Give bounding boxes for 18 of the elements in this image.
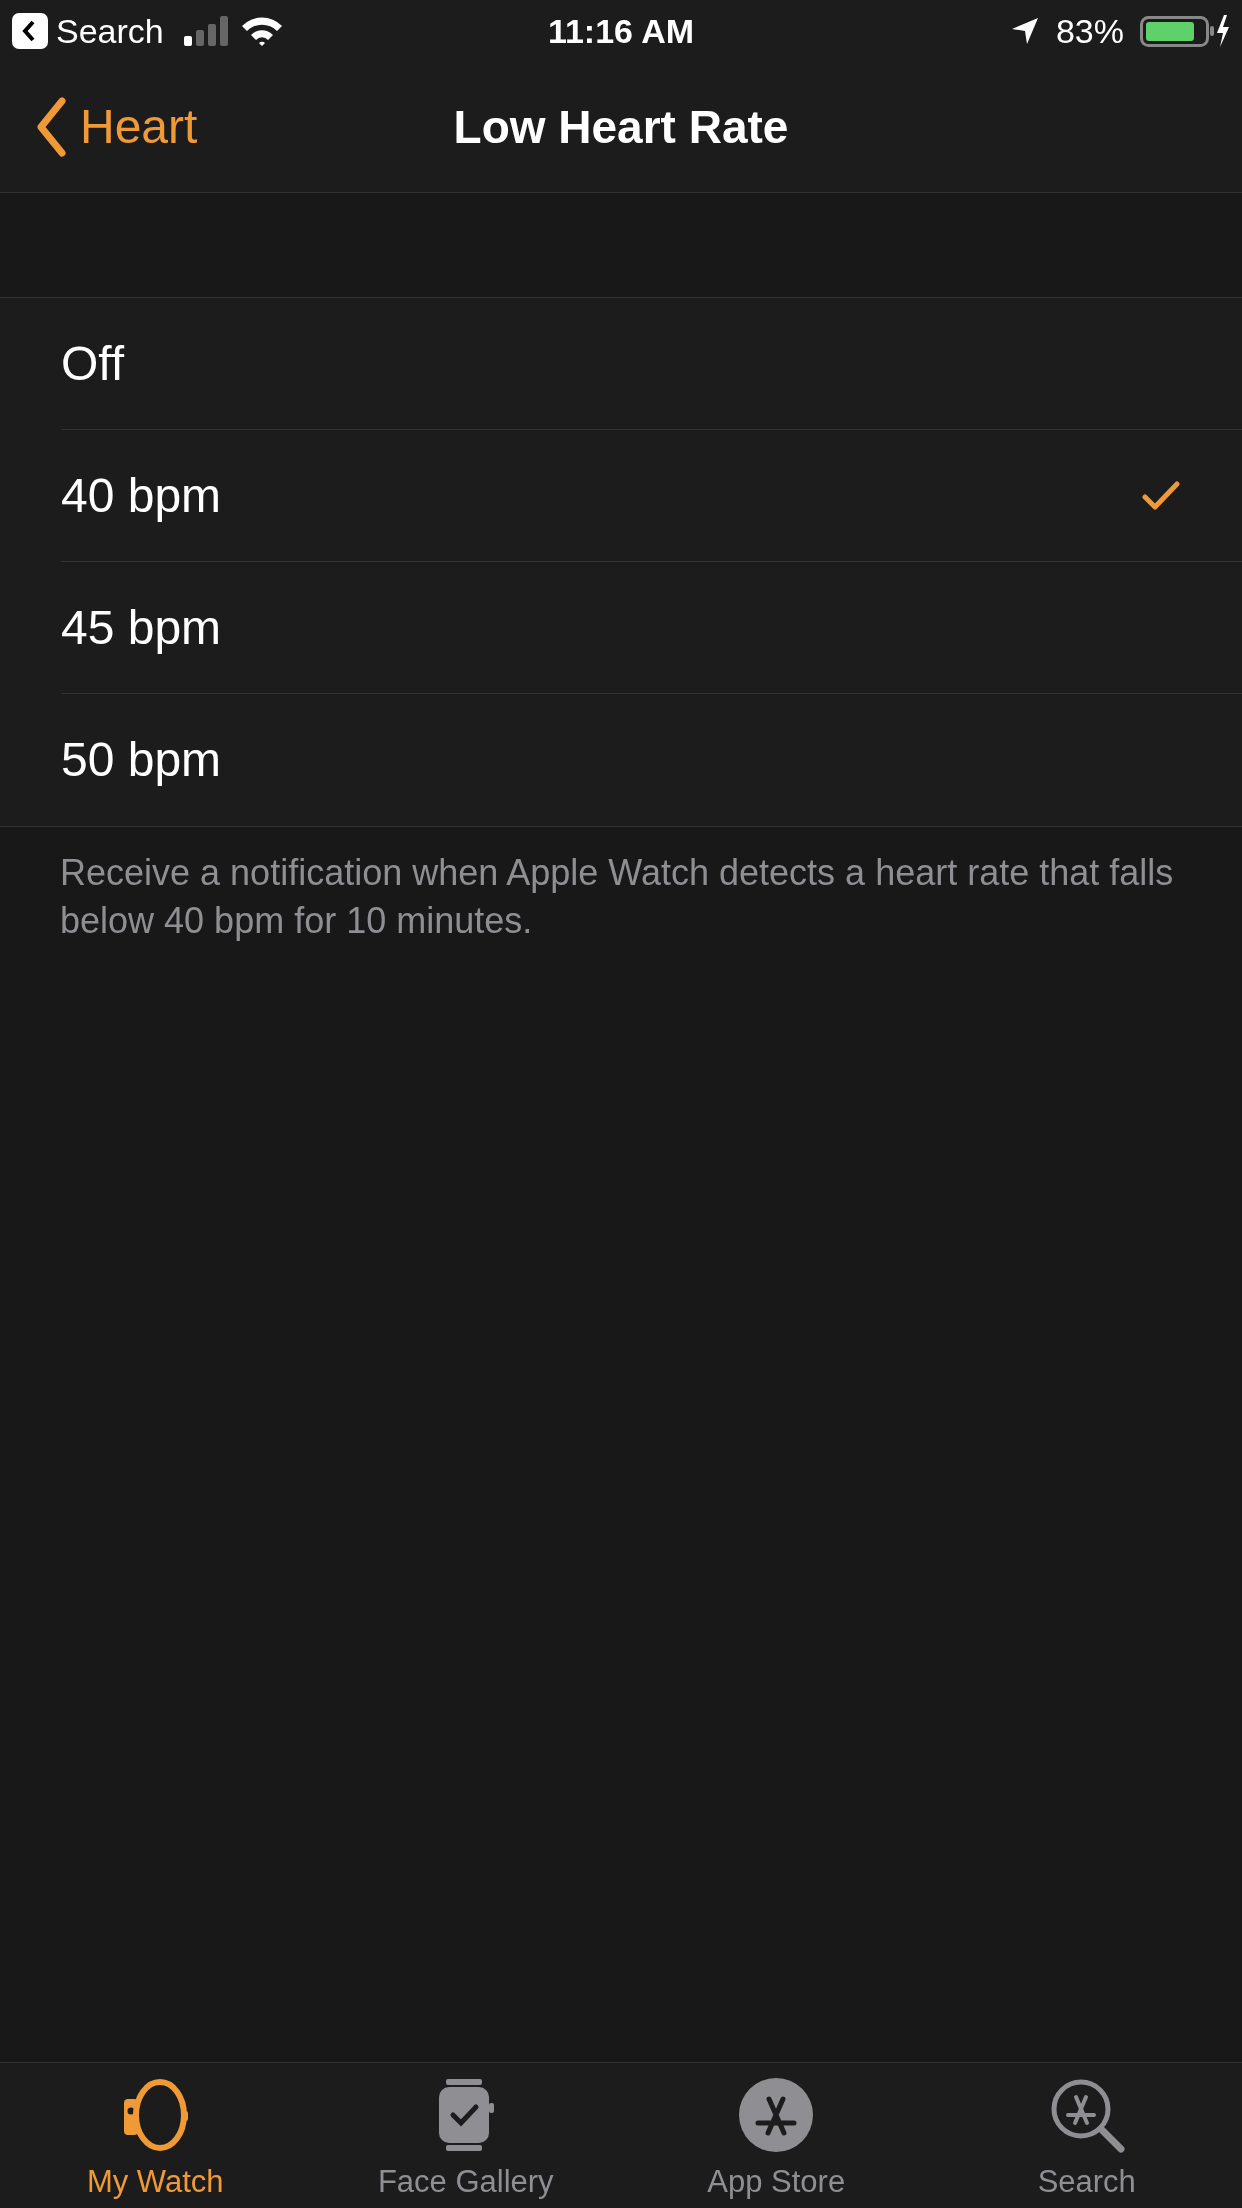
back-icon	[12, 13, 48, 49]
back-to-app-button[interactable]: Search	[12, 5, 164, 57]
battery-charging-icon	[1140, 13, 1230, 49]
tab-bar-item[interactable]: My Watch	[0, 2063, 311, 2208]
status-time: 11:16 AM	[547, 10, 695, 52]
option-row[interactable]: 45 bpm	[61, 562, 1242, 694]
back-button[interactable]: Heart	[0, 91, 198, 163]
app-store-icon	[738, 2077, 815, 2153]
battery-percentage: 83%	[1055, 10, 1124, 52]
option-row[interactable]: 40 bpm	[61, 430, 1242, 562]
tab-bar-item[interactable]: Face Gallery	[310, 2063, 621, 2208]
tab-bar-item[interactable]: Search	[931, 2063, 1242, 2208]
footer-note: Receive a notification when Apple Watch detects a heart rate that falls below 40 bpm for 10 minutes.	[59, 851, 1175, 943]
tab-bar-item[interactable]: App Store	[621, 2063, 932, 2208]
option-row[interactable]: Off	[61, 298, 1242, 430]
screen-title: Low Heart Rate	[453, 100, 789, 153]
option-row[interactable]: 50 bpm	[61, 694, 1242, 826]
chevron-left-icon	[36, 97, 66, 157]
